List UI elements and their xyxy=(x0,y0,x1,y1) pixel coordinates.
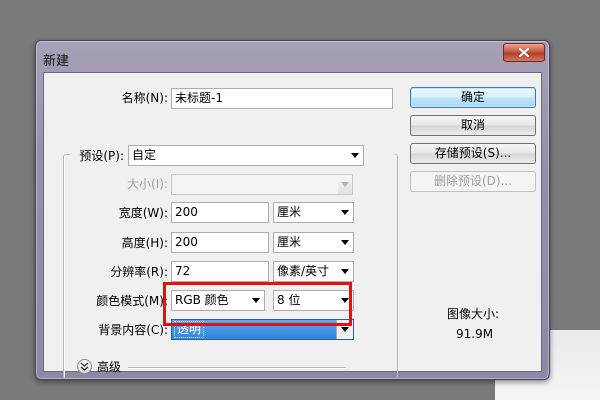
advanced-label[interactable]: 高级 xyxy=(97,357,121,377)
chevron-down-icon xyxy=(341,210,349,215)
height-unit-value: 厘米 xyxy=(277,235,302,249)
width-unit-value: 厘米 xyxy=(277,205,302,219)
close-button[interactable] xyxy=(503,43,545,62)
title-bar[interactable]: 新建 xyxy=(36,41,549,71)
chevron-down-icon xyxy=(341,269,349,274)
resolution-label: 分辨率(R): xyxy=(110,265,168,279)
chevron-double-down-icon xyxy=(80,362,89,371)
preset-value: 自定 xyxy=(132,148,157,162)
width-label: 宽度(W): xyxy=(118,206,168,220)
width-unit-select[interactable]: 厘米 xyxy=(273,202,354,223)
name-input[interactable]: 未标题-1 xyxy=(171,88,393,109)
height-input[interactable]: 200 xyxy=(171,232,269,253)
dialog-client-area: 名称(N): 未标题-1 预设(P): 自定 大小(I): 宽度(W): 200… xyxy=(43,72,542,379)
highlight-box xyxy=(163,282,352,326)
color-mode-label: 颜色模式(M): xyxy=(96,294,168,308)
name-label: 名称(N): xyxy=(121,91,168,105)
close-icon xyxy=(519,48,529,57)
ok-button[interactable]: 确定 xyxy=(410,87,536,108)
delete-preset-button[interactable]: 删除预设(D)... xyxy=(410,171,536,192)
advanced-toggle[interactable] xyxy=(77,359,92,374)
resolution-unit-select[interactable]: 像素/英寸 xyxy=(273,261,354,282)
chevron-down-icon xyxy=(338,175,352,194)
height-unit-select[interactable]: 厘米 xyxy=(273,232,354,253)
preset-select[interactable]: 自定 xyxy=(128,145,364,166)
preset-label: 预设(P): xyxy=(79,149,124,163)
chevron-down-icon xyxy=(351,153,359,158)
cancel-button[interactable]: 取消 xyxy=(410,115,536,136)
resolution-unit-value: 像素/英寸 xyxy=(277,264,330,278)
background-label: 背景内容(C): xyxy=(98,323,168,337)
new-document-dialog: 新建 名称(N): 未标题-1 预设(P): 自定 大小(I): 宽度(W): xyxy=(35,40,550,380)
size-select[interactable] xyxy=(171,174,353,195)
chevron-down-icon xyxy=(341,240,349,245)
height-label: 高度(H): xyxy=(121,236,168,250)
image-size-value: 91.9M xyxy=(456,327,494,341)
save-preset-button[interactable]: 存储预设(S)... xyxy=(410,143,536,164)
resolution-input[interactable]: 72 xyxy=(171,261,269,282)
size-label: 大小(I): xyxy=(127,177,168,191)
width-input[interactable]: 200 xyxy=(171,202,269,223)
dialog-title: 新建 xyxy=(43,54,70,69)
image-size-label: 图像大小: xyxy=(447,307,500,321)
divider xyxy=(128,367,346,368)
